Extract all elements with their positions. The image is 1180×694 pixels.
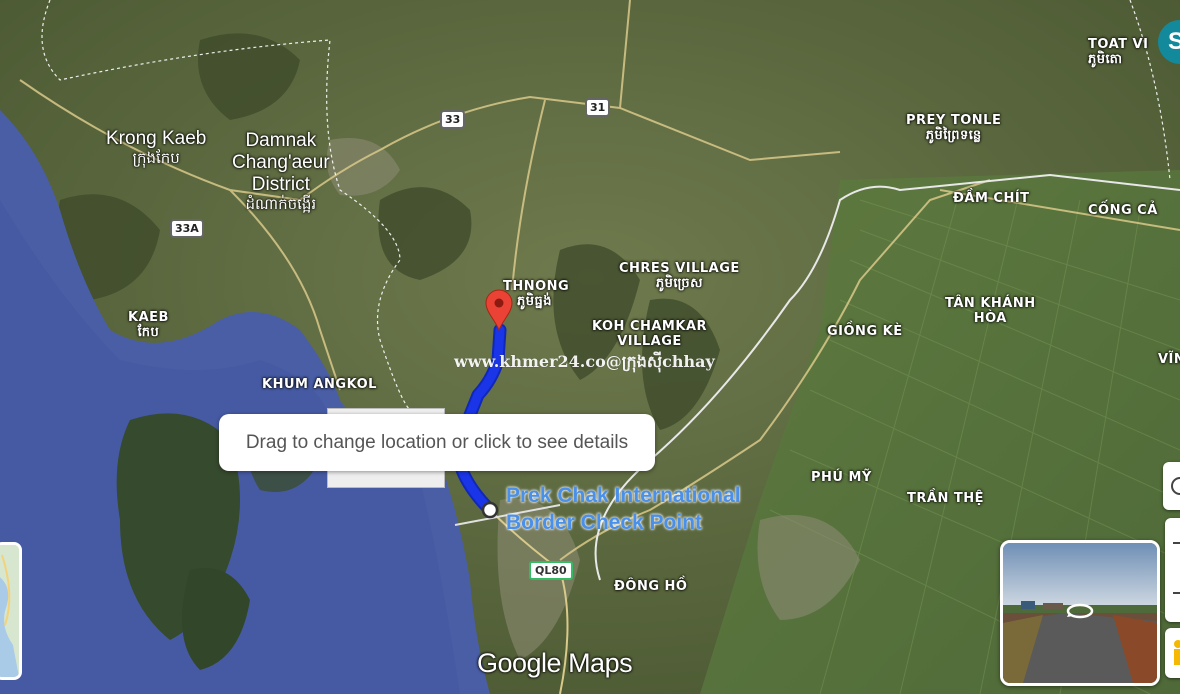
route-shield-33a: 33A xyxy=(170,219,204,238)
label-krong-kaeb: Krong Kaeb ក្រុងកែប xyxy=(106,128,207,167)
watermark-text: www.khmer24.co@ក្រុងស៊ីchhay xyxy=(454,352,715,371)
drag-tooltip: Drag to change location or click to see … xyxy=(219,414,655,471)
label-dong-ho: ĐÔNG HỒ xyxy=(614,579,688,594)
street-view-thumbnail[interactable] xyxy=(1000,540,1160,686)
label-thnong: THNONG ភូមិធ្នង់ xyxy=(503,279,570,309)
rotate-360-icon[interactable] xyxy=(1065,601,1095,621)
label-cong-ca: CỐNG CẢ xyxy=(1088,203,1158,218)
label-khum-angkol: KHUM ANGKOL xyxy=(262,377,377,392)
pegman-button[interactable] xyxy=(1165,628,1180,678)
route-shield-33: 33 xyxy=(440,110,466,129)
label-koh-chamkar-village: KOH CHAMKAR VILLAGE xyxy=(592,319,708,349)
route-shield-ql80: QL80 xyxy=(529,561,573,580)
label-phu-my: PHÚ MỸ xyxy=(811,470,872,485)
label-chres-village: CHRES VILLAGE ភូមិច្រេស xyxy=(619,261,740,291)
label-tran-the: TRẦN THỆ xyxy=(907,491,984,506)
pegman-icon xyxy=(1174,640,1180,665)
map-layer-icon xyxy=(0,545,19,677)
route-shield-31: 31 xyxy=(585,98,611,117)
route-start-marker[interactable] xyxy=(481,501,499,519)
label-toat-vil: TOAT VI ភូមិតោ xyxy=(1088,37,1149,67)
label-kaeb: KAEB កែប xyxy=(128,310,169,340)
zoom-icons xyxy=(1173,542,1180,594)
label-dam-chit: ĐẦM CHÍT xyxy=(953,191,1030,206)
my-location-button[interactable] xyxy=(1163,462,1180,510)
label-vin: VĨN xyxy=(1158,352,1180,367)
compass-icon xyxy=(1171,477,1180,495)
label-tan-khanh-hoa: TÂN KHÁNH HÒA xyxy=(945,296,1036,326)
layers-thumbnail[interactable] xyxy=(0,542,22,680)
label-damnak-district: Damnak Chang'aeur District ដំណាក់ចង្អើរ xyxy=(232,130,330,213)
google-maps-logo: Google Maps xyxy=(477,648,633,678)
label-prey-tonle: PREY TONLE ភូមិព្រៃទន្លេ xyxy=(906,113,1002,143)
label-giong-ke: GIỒNG KÈ xyxy=(827,324,903,339)
zoom-controls[interactable] xyxy=(1165,518,1180,622)
border-checkpoint-label[interactable]: Prek Chak International Border Check Poi… xyxy=(506,483,741,537)
